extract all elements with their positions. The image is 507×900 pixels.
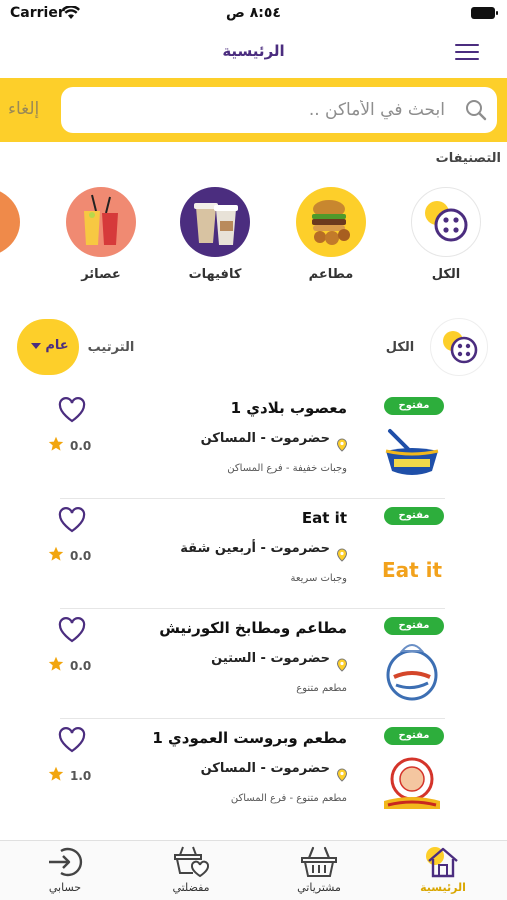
page-title: الرئيسية <box>222 42 285 60</box>
favorite-basket-icon <box>171 843 211 883</box>
nav-purchases[interactable]: مشترياتي <box>274 841 364 900</box>
restaurant-category: مطعم متنوع <box>296 683 347 694</box>
status-badge: مفتوح <box>384 397 444 415</box>
search-input[interactable] <box>75 87 445 133</box>
rating-value: 0.0 <box>70 439 92 453</box>
login-icon <box>45 843 85 883</box>
category-label: عصائر <box>81 267 121 282</box>
nav-label: حسابي <box>48 881 82 894</box>
status-badge: مفتوح <box>384 617 444 635</box>
restaurant-name: معصوب بلادي 1 <box>230 399 347 417</box>
status-badge: مفتوح <box>384 727 444 745</box>
star-icon <box>48 766 64 786</box>
location-pin-icon <box>336 657 348 676</box>
sort-label: الترتيب <box>87 340 135 355</box>
favorite-heart-icon[interactable] <box>58 397 86 427</box>
restaurant-location: حضرموت - المساكن <box>200 761 330 776</box>
basket-icon <box>299 843 339 883</box>
nav-home[interactable]: الرئيسية <box>398 841 488 900</box>
restaurant-card[interactable]: مفتوح مطعم وبروست العمودي 1 حضرموت - الم… <box>0 719 507 829</box>
rating-value: 0.0 <box>70 549 92 563</box>
alamoudi-broast-logo <box>380 735 444 811</box>
status-bar: Carrier ٨:٥٤ ص <box>0 0 507 28</box>
hamburger-menu-icon[interactable] <box>455 44 479 60</box>
chevron-down-icon <box>31 343 41 349</box>
restaurant-location: حضرموت - المساكن <box>200 431 330 446</box>
restaurant-location: حضرموت - أربعين شقة <box>180 541 330 556</box>
star-icon <box>48 656 64 676</box>
coffee-cups-image <box>180 187 250 257</box>
all-categories-icon <box>411 187 481 257</box>
clock: ٨:٥٤ ص <box>226 5 281 21</box>
favorite-heart-icon[interactable] <box>58 727 86 757</box>
category-more-partial[interactable] <box>0 187 20 257</box>
restaurant-card[interactable]: Eat it مفتوح Eat it حضرموت - أربعين شقة … <box>0 499 507 609</box>
bottom-navigation: الرئيسية مشترياتي مفضلتي حسابي <box>0 840 507 900</box>
home-screen: Carrier ٨:٥٤ ص الرئيسية إلغاء التصنيفات <box>0 0 507 900</box>
nav-label: مشترياتي <box>297 881 341 894</box>
category-label: مطاعم <box>308 267 354 282</box>
burger-food-image <box>296 187 366 257</box>
corniche-logo <box>380 625 444 701</box>
search-box <box>61 87 497 133</box>
search-bar: إلغاء <box>0 78 507 142</box>
restaurant-card[interactable]: مفتوح مطاعم ومطابخ الكورنيش حضرموت - الس… <box>0 609 507 719</box>
nav-favorites[interactable]: مفضلتي <box>146 841 236 900</box>
category-label: الكل <box>431 267 461 282</box>
rating-value: 0.0 <box>70 659 92 673</box>
eat-it-logo: Eat it <box>380 515 444 591</box>
app-header: الرئيسية <box>0 28 507 78</box>
balady-bowl-logo <box>380 405 444 481</box>
home-icon <box>423 843 463 883</box>
location-pin-icon <box>336 767 348 786</box>
restaurant-name: مطعم وبروست العمودي 1 <box>152 729 347 747</box>
nav-label: مفضلتي <box>172 881 210 894</box>
status-badge: مفتوح <box>384 507 444 525</box>
restaurant-card[interactable]: مفتوح معصوب بلادي 1 حضرموت - المساكن وجب… <box>0 389 507 499</box>
search-icon <box>465 99 487 125</box>
juice-glasses-image <box>66 187 136 257</box>
category-label: كافيهات <box>188 267 242 282</box>
favorite-heart-icon[interactable] <box>58 617 86 647</box>
battery-icon <box>471 7 498 19</box>
nav-label: الرئيسية <box>420 881 466 894</box>
rating-value: 1.0 <box>70 769 92 783</box>
restaurant-category: وجبات سريعة <box>290 573 347 584</box>
svg-text:Eat it: Eat it <box>382 558 443 582</box>
nav-account[interactable]: حسابي <box>20 841 110 900</box>
star-icon <box>48 546 64 566</box>
selected-category-icon <box>430 318 488 376</box>
categories-title: التصنيفات <box>435 151 501 166</box>
search-cancel-button[interactable]: إلغاء <box>8 99 39 119</box>
restaurant-category: مطعم متنوع - فرع المساكن <box>230 793 347 804</box>
selected-category-label: الكل <box>385 340 415 355</box>
favorite-heart-icon[interactable] <box>58 507 86 537</box>
star-icon <box>48 436 64 456</box>
sort-value: عام <box>45 338 69 353</box>
restaurant-name: Eat it <box>301 509 347 527</box>
restaurant-name: مطاعم ومطابخ الكورنيش <box>159 619 347 637</box>
sort-dropdown[interactable]: عام <box>17 319 79 375</box>
location-pin-icon <box>336 437 348 456</box>
restaurant-location: حضرموت - الستين <box>211 651 330 666</box>
location-pin-icon <box>336 547 348 566</box>
restaurant-category: وجبات خفيفة - فرع المساكن <box>227 463 347 474</box>
